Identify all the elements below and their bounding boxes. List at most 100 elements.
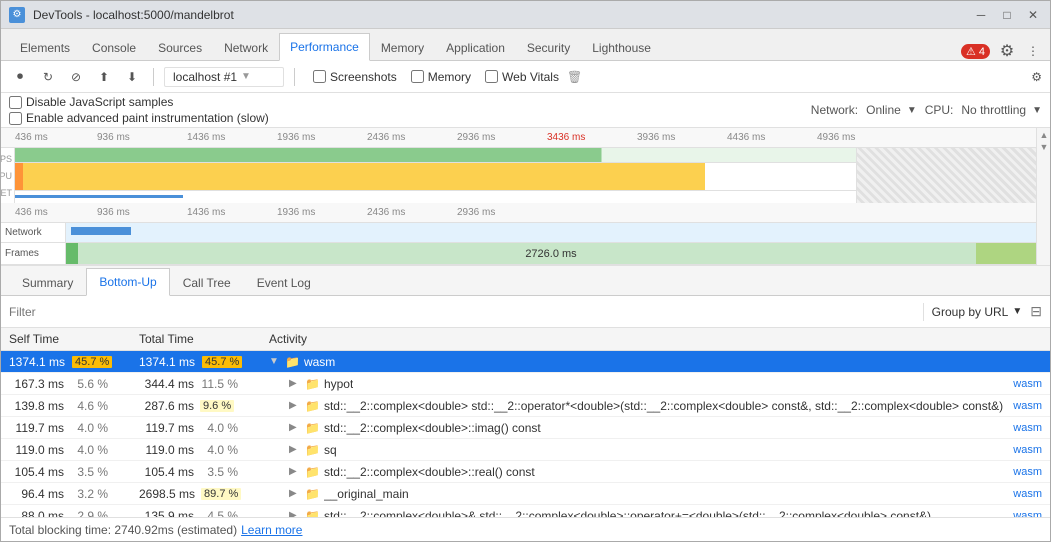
more-icon[interactable]: ⋮	[1024, 42, 1042, 60]
table-row[interactable]: 167.3 ms 5.6 % 344.4 ms 11.5 % ▶ 📁 hypot…	[1, 373, 1050, 395]
ruler-marker-1: 436 ms	[15, 132, 48, 143]
expand-arrow-1[interactable]: ▶	[289, 378, 301, 389]
frames-row: Frames 2726.0 ms	[1, 243, 1036, 265]
table-row[interactable]: 88.0 ms 2.9 % 135.9 ms 4.5 % ▶ 📁 std::__…	[1, 505, 1050, 517]
screenshots-checkbox[interactable]	[313, 70, 326, 83]
row-link-6[interactable]: wasm	[1013, 488, 1042, 500]
scroll-down-button[interactable]: ▼	[1039, 142, 1049, 152]
tab-call-tree[interactable]: Call Tree	[170, 269, 244, 296]
td-activity-1: ▶ 📁 hypot wasm	[261, 375, 1050, 393]
activity-text-4: sq	[324, 443, 337, 457]
tab-summary[interactable]: Summary	[9, 269, 86, 296]
self-time-val-3: 119.7 ms	[9, 421, 64, 435]
group-by-url-dropdown[interactable]: Group by URL ▼	[932, 305, 1023, 319]
tab-lighthouse[interactable]: Lighthouse	[581, 34, 662, 61]
capture-settings-icon[interactable]: ⚙	[1031, 70, 1042, 84]
out-of-range-overlay	[856, 148, 1036, 203]
row-link-4[interactable]: wasm	[1013, 444, 1042, 456]
activity-text-2: std::__2::complex<double> std::__2::oper…	[324, 399, 1003, 413]
tab-application[interactable]: Application	[435, 34, 516, 61]
tab-performance[interactable]: Performance	[279, 33, 370, 61]
tab-security[interactable]: Security	[516, 34, 581, 61]
self-pct-0: 45.7 %	[72, 356, 112, 368]
total-time-val-2: 287.6 ms	[139, 399, 194, 413]
td-self-time-7: 88.0 ms 2.9 %	[1, 507, 131, 518]
tab-console[interactable]: Console	[81, 34, 147, 61]
reload-record-button[interactable]: ↻	[37, 66, 59, 88]
row-link-5[interactable]: wasm	[1013, 466, 1042, 478]
url-dropdown-icon[interactable]: ▼	[241, 71, 251, 82]
tab-elements[interactable]: Elements	[9, 34, 81, 61]
total-time-val-1: 344.4 ms	[139, 377, 194, 391]
disable-js-checkbox[interactable]	[9, 96, 22, 109]
expand-arrow-3[interactable]: ▶	[289, 422, 301, 433]
tab-memory[interactable]: Memory	[370, 34, 435, 61]
filter-right: ⊟	[1030, 303, 1042, 320]
folder-icon-6: 📁	[305, 487, 320, 501]
table-row[interactable]: 119.0 ms 4.0 % 119.0 ms 4.0 % ▶ 📁 sq was…	[1, 439, 1050, 461]
th-total-time[interactable]: Total Time	[131, 328, 261, 350]
row-link-1[interactable]: wasm	[1013, 378, 1042, 390]
expand-arrow-5[interactable]: ▶	[289, 466, 301, 477]
advanced-paint-checkbox[interactable]	[9, 112, 22, 125]
upload-button[interactable]: ⬆	[93, 66, 115, 88]
stop-button[interactable]: ⊘	[65, 66, 87, 88]
td-total-time-6: 2698.5 ms 89.7 %	[131, 485, 261, 503]
expand-arrow-4[interactable]: ▶	[289, 444, 301, 455]
filter-input[interactable]	[9, 305, 915, 319]
timeline-ruler-2: 436 ms 936 ms 1436 ms 1936 ms 2436 ms 29…	[1, 203, 1036, 223]
timeline-ruler: 436 ms 936 ms 1436 ms 1936 ms 2436 ms 29…	[1, 128, 1036, 148]
nav-icons: ⚠ 4 ⚙ ⋮	[961, 42, 1050, 60]
learn-more-link[interactable]: Learn more	[241, 523, 302, 537]
download-button[interactable]: ⬇	[121, 66, 143, 88]
th-activity[interactable]: Activity	[261, 328, 1050, 350]
filter-divider	[923, 303, 924, 321]
table-row[interactable]: 1374.1 ms 45.7 % 1374.1 ms 45.7 % ▼ 📁 wa…	[1, 351, 1050, 373]
tab-network[interactable]: Network	[213, 34, 279, 61]
webvitals-checkbox[interactable]	[485, 70, 498, 83]
tab-bottom-up[interactable]: Bottom-Up	[86, 268, 169, 296]
cpu-label-chart: CPU	[1, 171, 12, 181]
title-bar: ⚙ DevTools - localhost:5000/mandelbrot ─…	[1, 1, 1050, 29]
expand-arrow-0[interactable]: ▼	[269, 356, 281, 367]
network-row-content	[66, 223, 1036, 242]
th-self-time[interactable]: Self Time	[1, 328, 131, 350]
row-link-3[interactable]: wasm	[1013, 422, 1042, 434]
td-self-time-3: 119.7 ms 4.0 %	[1, 419, 131, 437]
disable-js-text: Disable JavaScript samples	[26, 95, 173, 109]
panel-expand-icon[interactable]: ⊟	[1030, 303, 1042, 320]
self-pct-6: 3.2 %	[68, 487, 108, 501]
tab-event-log[interactable]: Event Log	[244, 269, 324, 296]
table-row[interactable]: 105.4 ms 3.5 % 105.4 ms 3.5 % ▶ 📁 std::_…	[1, 461, 1050, 483]
table-row[interactable]: 139.8 ms 4.6 % 287.6 ms 9.6 % ▶ 📁 std::_…	[1, 395, 1050, 417]
table-row[interactable]: 96.4 ms 3.2 % 2698.5 ms 89.7 % ▶ 📁 __ori…	[1, 483, 1050, 505]
error-badge[interactable]: ⚠ 4	[961, 44, 990, 59]
activity-text-3: std::__2::complex<double>::imag() const	[324, 421, 541, 435]
network-dropdown[interactable]: Network: Online ▼	[811, 103, 917, 117]
table-row[interactable]: 119.7 ms 4.0 % 119.7 ms 4.0 % ▶ 📁 std::_…	[1, 417, 1050, 439]
cpu-row	[15, 163, 856, 191]
expand-arrow-6[interactable]: ▶	[289, 488, 301, 499]
expand-arrow-2[interactable]: ▶	[289, 400, 301, 411]
cpu-label: CPU:	[925, 103, 954, 117]
folder-icon-1: 📁	[305, 377, 320, 391]
maximize-button[interactable]: □	[998, 6, 1016, 24]
settings-icon[interactable]: ⚙	[998, 42, 1016, 60]
toolbar-divider-1	[153, 68, 154, 86]
scroll-up-button[interactable]: ▲	[1039, 130, 1049, 140]
record-button[interactable]: ⏺	[9, 66, 31, 88]
row-link-2[interactable]: wasm	[1013, 400, 1042, 412]
url-label: localhost #1	[173, 70, 237, 84]
clear-button[interactable]: 🗑	[567, 70, 582, 84]
td-activity-7: ▶ 📁 std::__2::complex<double>& std::__2:…	[261, 507, 1050, 518]
td-activity-0: ▼ 📁 wasm	[261, 353, 1050, 371]
advanced-paint-text: Enable advanced paint instrumentation (s…	[26, 111, 269, 125]
memory-checkbox[interactable]	[411, 70, 424, 83]
cpu-dropdown[interactable]: CPU: No throttling ▼	[925, 103, 1042, 117]
folder-icon-4: 📁	[305, 443, 320, 457]
expand-arrow-7[interactable]: ▶	[289, 510, 301, 517]
tab-sources[interactable]: Sources	[147, 34, 213, 61]
close-button[interactable]: ✕	[1024, 6, 1042, 24]
row-link-7[interactable]: wasm	[1013, 510, 1042, 518]
minimize-button[interactable]: ─	[972, 6, 990, 24]
